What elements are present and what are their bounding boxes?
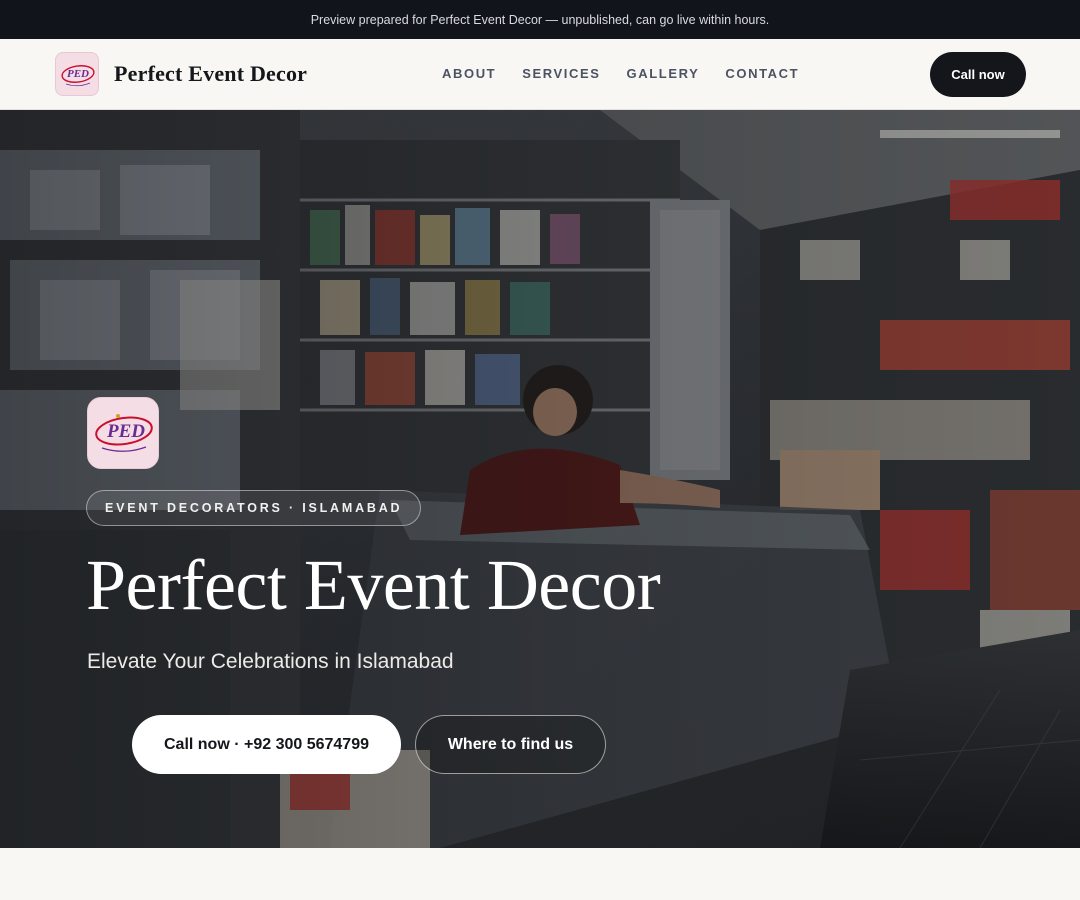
site-header: PED Perfect Event Decor ABOUT SERVICES G… bbox=[0, 39, 1080, 110]
where-to-find-us-button[interactable]: Where to find us bbox=[415, 715, 606, 774]
hero-call-button[interactable]: Call now · +92 300 5674799 bbox=[132, 715, 401, 774]
hero-subtitle: Elevate Your Celebrations in Islamabad bbox=[87, 650, 454, 673]
preview-banner: Preview prepared for Perfect Event Decor… bbox=[0, 0, 1080, 39]
hero-tagline: EVENT DECORATORS · ISLAMABAD bbox=[105, 501, 403, 515]
next-section bbox=[0, 848, 1080, 900]
hero-logo-text: PED bbox=[106, 421, 145, 442]
header-call-button[interactable]: Call now bbox=[930, 52, 1026, 97]
nav-item-about[interactable]: ABOUT bbox=[442, 66, 496, 81]
ped-logo-icon[interactable]: PED bbox=[55, 52, 99, 96]
svg-text:PED: PED bbox=[67, 68, 89, 80]
main-nav: ABOUT SERVICES GALLERY CONTACT bbox=[442, 66, 799, 81]
nav-item-services[interactable]: SERVICES bbox=[522, 66, 600, 81]
hero-tagline-badge: EVENT DECORATORS · ISLAMABAD bbox=[86, 490, 422, 526]
nav-item-contact[interactable]: CONTACT bbox=[725, 66, 799, 81]
ped-logo-icon: PED bbox=[87, 397, 159, 469]
hero-section: PED EVENT DECORATORS · ISLAMABAD Perfect… bbox=[0, 110, 1080, 848]
hero-title: Perfect Event Decor bbox=[86, 545, 661, 625]
brand-name[interactable]: Perfect Event Decor bbox=[114, 61, 307, 87]
nav-item-gallery[interactable]: GALLERY bbox=[627, 66, 700, 81]
preview-banner-text: Preview prepared for Perfect Event Decor… bbox=[310, 12, 770, 27]
